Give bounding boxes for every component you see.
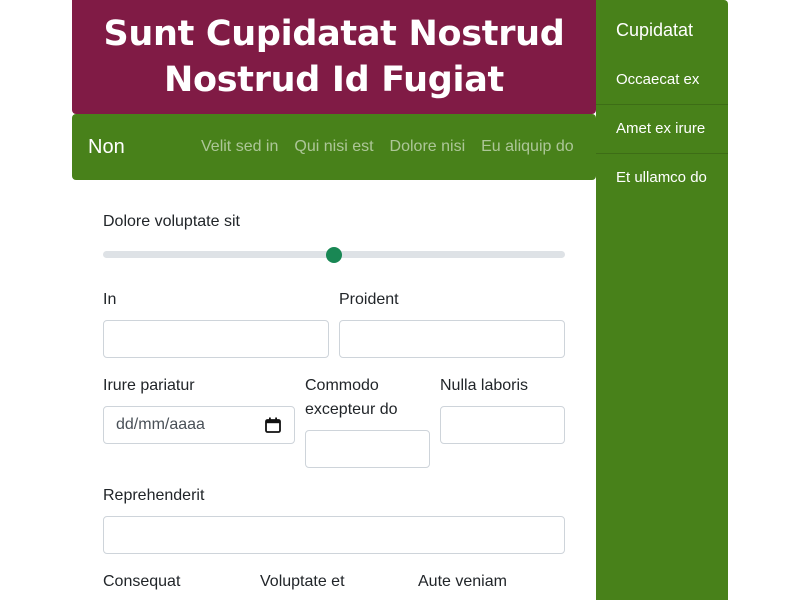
nulla-label: Nulla laboris (440, 377, 529, 394)
sidebar-list: Occaecat ex Amet ex irure Et ullamco do (596, 56, 728, 202)
reprehenderit-input[interactable] (103, 516, 565, 554)
sidebar-title: Cupidatat (616, 20, 694, 40)
commodo-input[interactable] (305, 430, 430, 468)
sidebar: Cupidatat Occaecat ex Amet ex irure Et u… (596, 0, 728, 600)
nav-link-velit-sed-in[interactable]: Velit sed in (193, 137, 286, 157)
irure-label: Irure pariatur (103, 377, 195, 394)
range-group: Dolore voluptate sit (103, 210, 565, 263)
sidebar-item-amet-ex-irure[interactable]: Amet ex irure (596, 105, 728, 154)
commodo-label: Commodo excepteur do (305, 377, 398, 418)
proident-label: Proident (339, 291, 399, 308)
reprehenderit-group: Reprehenderit (103, 484, 565, 554)
nav-link-dolore-nisi[interactable]: Dolore nisi (382, 137, 474, 157)
in-group: In (103, 288, 329, 358)
consequat-label: Consequat (103, 573, 181, 590)
range-thumb[interactable] (326, 247, 342, 263)
nav-links: Velit sed in Qui nisi est Dolore nisi Eu… (193, 137, 582, 157)
date-placeholder: dd/mm/aaaa (116, 416, 205, 433)
hero-banner: Sunt Cupidatat Nostrud Nostrud Id Fugiat (72, 0, 596, 114)
voluptate-label: Voluptate et (260, 573, 345, 590)
aute-label: Aute veniam (418, 573, 507, 590)
aute-group: Aute veniam (418, 570, 507, 594)
sidebar-item-et-ullamco-do[interactable]: Et ullamco do (596, 154, 728, 202)
sidebar-item-occaecat-ex[interactable]: Occaecat ex (596, 56, 728, 105)
nulla-input[interactable] (440, 406, 565, 444)
in-input[interactable] (103, 320, 329, 358)
top-navbar: Non Velit sed in Qui nisi est Dolore nis… (72, 114, 596, 180)
in-label: In (103, 291, 117, 308)
consequat-group: Consequat (103, 570, 180, 594)
proident-group: Proident (339, 288, 565, 358)
irure-group: Irure pariatur dd/mm/aaaa (103, 374, 295, 444)
hero-title: Sunt Cupidatat Nostrud Nostrud Id Fugiat (103, 14, 565, 100)
range-label: Dolore voluptate sit (103, 213, 240, 230)
reprehenderit-label: Reprehenderit (103, 487, 205, 504)
calendar-icon[interactable] (264, 416, 282, 434)
voluptate-group: Voluptate et (260, 570, 345, 594)
navbar-brand[interactable]: Non (88, 135, 125, 159)
nulla-group: Nulla laboris (440, 374, 565, 444)
commodo-group: Commodo excepteur do (305, 374, 430, 468)
date-input[interactable]: dd/mm/aaaa (103, 406, 295, 444)
proident-input[interactable] (339, 320, 565, 358)
nav-link-eu-aliquip-do[interactable]: Eu aliquip do (473, 137, 582, 157)
nav-link-qui-nisi-est[interactable]: Qui nisi est (286, 137, 381, 157)
